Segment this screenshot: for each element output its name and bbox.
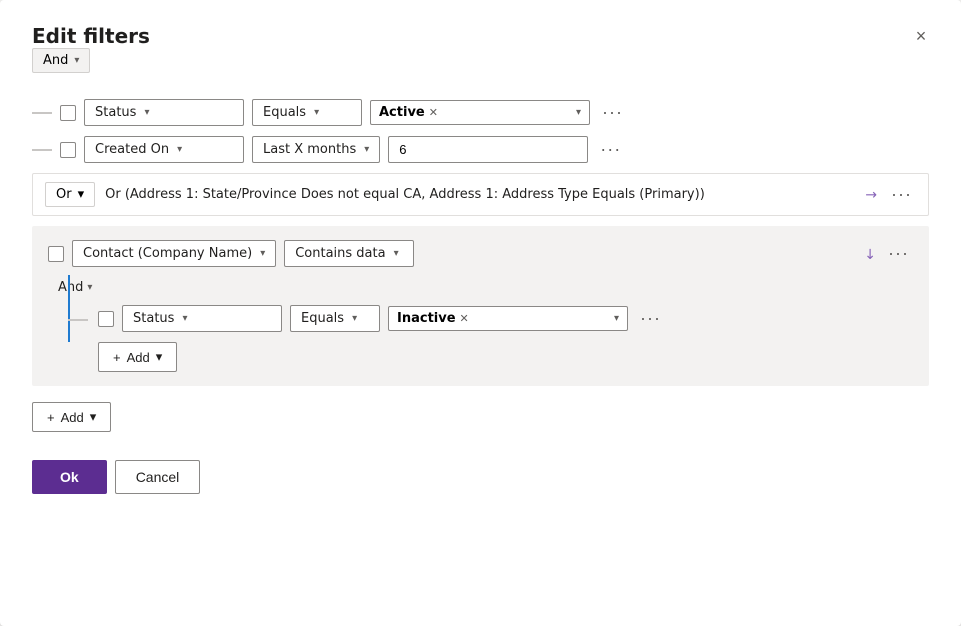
nested-and-label: And <box>58 280 83 295</box>
expand-icon[interactable]: ↗ <box>861 185 881 205</box>
nested-header-checkbox[interactable] <box>48 246 64 262</box>
row1-field-select[interactable]: Status ▾ <box>84 99 244 126</box>
or-group-row: Or ▾ Or (Address 1: State/Province Does … <box>32 173 929 216</box>
dialog-title: Edit filters <box>32 24 150 48</box>
row1-operator-chevron: ▾ <box>314 107 319 118</box>
filter-row-createdon: Created On ▾ Last X months ▾ ··· <box>32 136 929 163</box>
row1-value-remove[interactable]: ✕ <box>429 106 438 119</box>
row2-field-chevron: ▾ <box>177 144 182 155</box>
inner-operator-label: Equals <box>301 311 344 326</box>
nested-add-chevron: ▾ <box>156 349 163 365</box>
bottom-add-container: + Add ▾ <box>32 402 929 432</box>
inner-value-container[interactable]: Inactive ✕ ▾ <box>388 306 628 331</box>
row2-field-select[interactable]: Created On ▾ <box>84 136 244 163</box>
collapse-icon[interactable]: ↙ <box>860 244 880 264</box>
or-badge-label: Or <box>56 187 72 202</box>
nested-and-container: And ▾ <box>58 279 913 295</box>
bottom-add-label: Add <box>61 410 84 425</box>
row1-checkbox[interactable] <box>60 105 76 121</box>
nested-filter-row: Status ▾ Equals ▾ Inactive ✕ ▾ ··· <box>48 305 913 332</box>
inner-field-chevron: ▾ <box>182 313 187 324</box>
inner-value-tag: Inactive ✕ <box>397 311 469 326</box>
inner-value-remove[interactable]: ✕ <box>460 312 469 325</box>
edit-filters-dialog: Edit filters × And ▾ Status ▾ Equals ▾ A… <box>0 0 961 626</box>
row1-field-label: Status <box>95 105 136 120</box>
top-and-label: And <box>43 53 68 68</box>
nested-and-badge[interactable]: And ▾ <box>58 280 92 295</box>
row2-operator-select[interactable]: Last X months ▾ <box>252 136 380 163</box>
nested-horiz-line <box>68 319 88 321</box>
or-group-text: Or (Address 1: State/Province Does not e… <box>105 187 855 202</box>
row2-more-btn[interactable]: ··· <box>596 137 625 162</box>
inner-operator-select[interactable]: Equals ▾ <box>290 305 380 332</box>
or-badge-chevron: ▾ <box>78 187 85 202</box>
inner-more-btn[interactable]: ··· <box>636 306 665 331</box>
close-button[interactable]: × <box>905 20 937 52</box>
or-badge[interactable]: Or ▾ <box>45 182 95 207</box>
row2-checkbox[interactable] <box>60 142 76 158</box>
connector-1 <box>32 112 52 114</box>
row2-operator-chevron: ▾ <box>364 144 369 155</box>
nested-group: Contact (Company Name) ▾ Contains data ▾… <box>32 226 929 386</box>
row2-operator-label: Last X months <box>263 142 356 157</box>
nested-add-label: Add <box>127 350 150 365</box>
nested-add-plus: + <box>113 350 121 365</box>
nested-field-label: Contact (Company Name) <box>83 246 252 261</box>
inner-value-chevron: ▾ <box>614 313 619 324</box>
or-group-more-btn[interactable]: ··· <box>887 182 916 207</box>
nested-field-select[interactable]: Contact (Company Name) ▾ <box>72 240 276 267</box>
row2-value-input[interactable] <box>388 136 588 163</box>
nested-add-container: + Add ▾ <box>98 342 913 372</box>
row2-field-label: Created On <box>95 142 169 157</box>
nested-and-chevron: ▾ <box>87 282 92 293</box>
row1-field-chevron: ▾ <box>144 107 149 118</box>
inner-field-label: Status <box>133 311 174 326</box>
bottom-add-plus: + <box>47 410 55 425</box>
nested-header-more-btn[interactable]: ··· <box>884 241 913 266</box>
dialog-footer: Ok Cancel <box>32 460 929 494</box>
nested-operator-chevron: ▾ <box>394 248 399 259</box>
filter-row-status: Status ▾ Equals ▾ Active ✕ ▾ ··· <box>32 99 929 126</box>
inner-value-text: Inactive <box>397 311 456 326</box>
nested-group-header: Contact (Company Name) ▾ Contains data ▾… <box>48 240 913 267</box>
nested-field-chevron: ▾ <box>260 248 265 259</box>
inner-operator-chevron: ▾ <box>352 313 357 324</box>
inner-field-select[interactable]: Status ▾ <box>122 305 282 332</box>
bottom-add-chevron: ▾ <box>90 409 97 425</box>
row1-value-text: Active <box>379 105 425 120</box>
row1-value-chevron: ▾ <box>576 107 581 118</box>
nested-vert-line <box>68 275 70 342</box>
row1-value-tag: Active ✕ <box>379 105 438 120</box>
row1-more-btn[interactable]: ··· <box>598 100 627 125</box>
ok-button[interactable]: Ok <box>32 460 107 494</box>
row1-operator-select[interactable]: Equals ▾ <box>252 99 362 126</box>
nested-operator-select[interactable]: Contains data ▾ <box>284 240 414 267</box>
nested-operator-label: Contains data <box>295 246 385 261</box>
top-and-operator[interactable]: And ▾ <box>32 48 90 73</box>
inner-row-checkbox[interactable] <box>98 311 114 327</box>
connector-2 <box>32 149 52 151</box>
top-and-chevron: ▾ <box>74 55 79 66</box>
bottom-add-button[interactable]: + Add ▾ <box>32 402 111 432</box>
cancel-button[interactable]: Cancel <box>115 460 201 494</box>
nested-add-button[interactable]: + Add ▾ <box>98 342 177 372</box>
row1-operator-label: Equals <box>263 105 306 120</box>
row1-value-container[interactable]: Active ✕ ▾ <box>370 100 590 125</box>
